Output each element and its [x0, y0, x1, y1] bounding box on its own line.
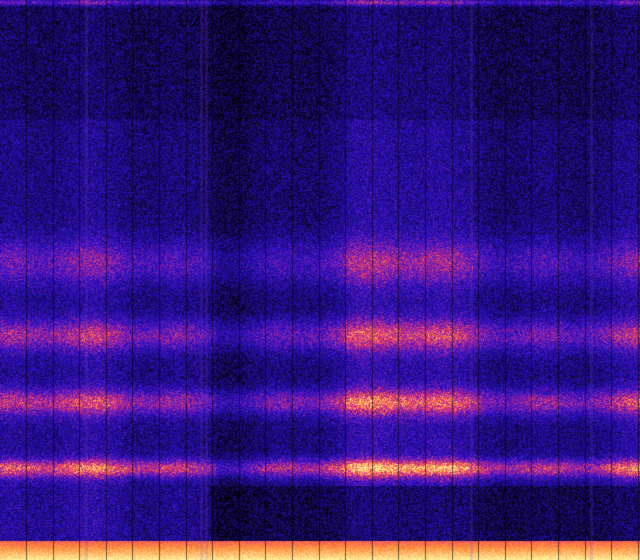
- spectrogram-canvas: [0, 0, 640, 560]
- spectrogram-view: [0, 0, 640, 560]
